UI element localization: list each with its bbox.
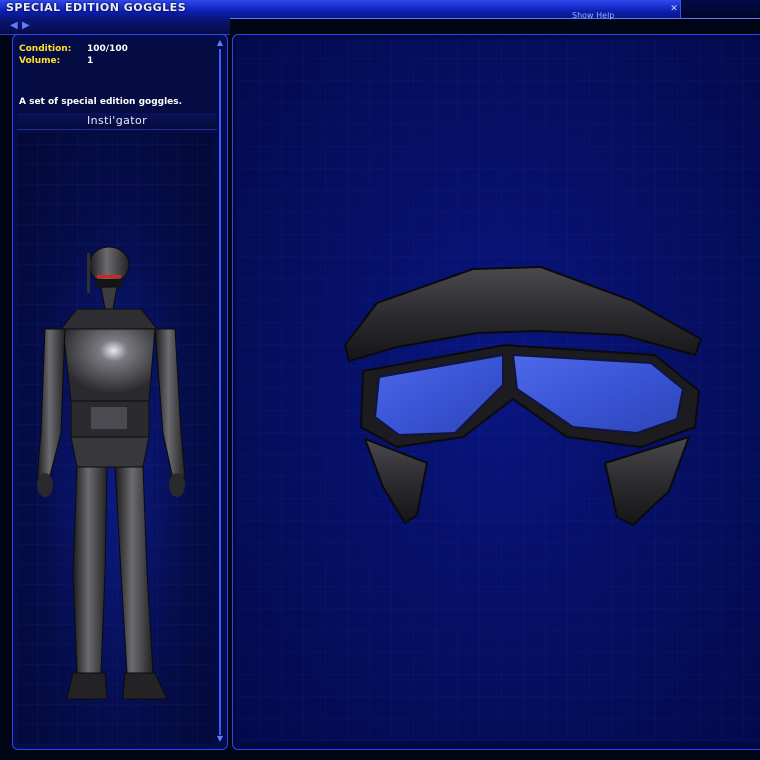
show-help-link[interactable]: Show Help: [572, 11, 614, 20]
scrollbar[interactable]: ▲ ▼: [216, 39, 224, 743]
stat-value: 100/100: [87, 44, 128, 54]
goggles-model: [343, 265, 703, 527]
item-info-panel: Condition: 100/100 Volume: 1 A set of spec…: [12, 34, 228, 750]
nav-bar: ◀ ▶: [0, 18, 230, 35]
stat-label: Condition:: [19, 44, 72, 54]
scroll-track[interactable]: [219, 49, 221, 735]
close-icon[interactable]: ✕: [668, 4, 680, 14]
title-bar-cap: [680, 0, 760, 18]
stat-row-condition: Condition: 100/100: [19, 43, 128, 55]
arrow-right-icon[interactable]: ▶: [22, 20, 32, 32]
item-description: A set of special edition goggles.: [19, 97, 183, 107]
stat-label: Volume:: [19, 56, 61, 66]
stat-row-volume: Volume: 1: [19, 55, 128, 67]
window-title: SPECIAL EDITION GOGGLES: [6, 1, 187, 14]
arrow-left-icon[interactable]: ◀: [10, 20, 20, 32]
item-stats: Condition: 100/100 Volume: 1: [19, 43, 128, 67]
title-bar[interactable]: SPECIAL EDITION GOGGLES Show Help ✕: [0, 0, 760, 20]
goggles-preview[interactable]: [237, 39, 760, 741]
scroll-up-icon[interactable]: ▲: [216, 39, 224, 47]
stat-value: 1: [87, 56, 94, 66]
owner-name: Insti'gator: [17, 113, 217, 130]
character-figure: [36, 246, 186, 700]
item-preview-panel: [232, 34, 760, 750]
scroll-down-icon[interactable]: ▼: [216, 735, 224, 743]
character-preview[interactable]: [17, 133, 213, 745]
